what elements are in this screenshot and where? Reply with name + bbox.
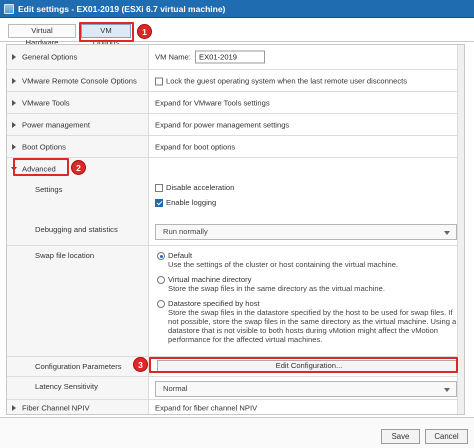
callout-badge-2: 2 <box>71 160 86 175</box>
enable-logging-label: Enable logging <box>166 198 217 207</box>
chevron-down-icon <box>444 231 450 235</box>
dialog-footer: Save Cancel <box>0 417 474 448</box>
latency-label: Latency Sensitivity <box>35 382 98 391</box>
swap-option-title: Virtual machine directory <box>168 275 252 284</box>
row-vmware-tools[interactable]: VMware Tools Expand for VMware Tools set… <box>7 92 464 114</box>
radio-default[interactable] <box>157 252 165 260</box>
swap-option-desc: Use the settings of the cluster or host … <box>168 260 399 269</box>
virtual-machine-icon <box>4 3 14 14</box>
cancel-button[interactable]: Cancel <box>425 429 468 444</box>
row-general-options[interactable]: General Options VM Name: <box>7 45 464 70</box>
row-label: VMware Remote Console Options <box>22 76 137 85</box>
disable-acceleration-label: Disable acceleration <box>166 183 235 192</box>
swap-option-desc: Store the swap files in the same directo… <box>168 284 385 293</box>
vertical-scrollbar[interactable] <box>457 45 464 414</box>
vm-name-label: VM Name: <box>155 52 191 62</box>
window-titlebar: Edit settings - EX01-2019 (ESXi 6.7 virt… <box>0 0 474 18</box>
radio-datastore[interactable] <box>157 300 165 308</box>
tab-strip: Virtual Hardware VM Options <box>0 18 474 47</box>
expand-triangle-icon[interactable] <box>12 99 16 106</box>
expand-triangle-icon[interactable] <box>12 121 16 128</box>
settings-panel: General Options VM Name: VMware Remote C… <box>6 44 465 415</box>
window-title: Edit settings - EX01-2019 (ESXi 6.7 virt… <box>18 3 226 14</box>
debugging-label: Debugging and statistics <box>35 225 118 234</box>
settings-label: Settings <box>35 185 63 194</box>
enable-logging-checkbox[interactable] <box>155 199 163 207</box>
edit-configuration-button[interactable]: Edit Configuration... <box>157 360 461 372</box>
collapse-triangle-icon[interactable] <box>11 167 17 171</box>
latency-select[interactable]: Normal <box>155 381 457 397</box>
debugging-select[interactable]: Run normally <box>155 224 457 240</box>
lock-guest-os-label: Lock the guest operating system when the… <box>166 76 408 85</box>
lock-guest-os-option[interactable]: Lock the guest operating system when the… <box>155 76 407 85</box>
debugging-select-value: Run normally <box>163 227 208 236</box>
vm-name-input[interactable] <box>195 50 265 64</box>
row-vmrc-options[interactable]: VMware Remote Console Options Lock the g… <box>7 70 464 92</box>
lock-guest-os-checkbox[interactable] <box>155 77 163 85</box>
row-power-management[interactable]: Power management Expand for power manage… <box>7 114 464 136</box>
row-boot-options[interactable]: Boot Options Expand for boot options <box>7 136 464 158</box>
row-label: Power management <box>22 120 90 129</box>
row-label: Advanced <box>22 164 56 174</box>
radio-vm-directory[interactable] <box>157 276 165 284</box>
config-label: Configuration Parameters <box>35 362 122 371</box>
row-label: VMware Tools <box>22 98 70 107</box>
swap-label: Swap file location <box>35 251 95 260</box>
swap-option-desc: Store the swap files in the datastore sp… <box>168 308 457 344</box>
tab-virtual-hardware[interactable]: Virtual Hardware <box>8 24 76 47</box>
advanced-settings: Settings Disable acceleration Enable log… <box>7 180 464 221</box>
latency-select-value: Normal <box>163 384 188 393</box>
save-button[interactable]: Save <box>381 429 420 444</box>
swap-option-default[interactable]: Default Use the settings of the cluster … <box>157 251 457 271</box>
expand-triangle-icon[interactable] <box>12 405 16 411</box>
swap-option-title: Datastore specified by host <box>168 299 260 308</box>
swap-option-datastore[interactable]: Datastore specified by host Store the sw… <box>157 299 457 349</box>
expand-triangle-icon[interactable] <box>12 143 16 150</box>
chevron-down-icon <box>444 388 450 392</box>
expand-triangle-icon[interactable] <box>12 77 16 84</box>
row-label: Fiber Channel NPIV <box>22 403 90 413</box>
row-label: General Options <box>22 52 78 62</box>
callout-badge-3: 3 <box>133 357 148 372</box>
enable-logging-option[interactable]: Enable logging <box>155 198 216 207</box>
tab-vm-options[interactable]: VM Options <box>81 24 131 47</box>
row-value: Expand for boot options <box>155 142 236 151</box>
row-label: Boot Options <box>22 142 66 151</box>
disable-acceleration-checkbox[interactable] <box>155 184 163 192</box>
latency-sensitivity: Latency Sensitivity Normal <box>7 377 464 400</box>
row-value: Expand for fiber channel NPIV <box>155 403 258 413</box>
configuration-parameters: Configuration Parameters Edit Configurat… <box>7 357 464 377</box>
row-value: Expand for power management settings <box>155 120 290 129</box>
expand-triangle-icon[interactable] <box>12 54 16 60</box>
swap-file-location: Swap file location Default Use the setti… <box>7 246 464 357</box>
disable-acceleration-option[interactable]: Disable acceleration <box>155 183 234 192</box>
debugging-statistics: Debugging and statistics Run normally <box>7 221 464 246</box>
row-value: Expand for VMware Tools settings <box>155 98 270 107</box>
swap-option-vm-directory[interactable]: Virtual machine directory Store the swap… <box>157 275 457 295</box>
swap-option-title: Default <box>168 251 193 260</box>
row-fiber-channel-npiv[interactable]: Fiber Channel NPIV Expand for fiber chan… <box>7 400 464 414</box>
callout-badge-1: 1 <box>137 24 152 39</box>
